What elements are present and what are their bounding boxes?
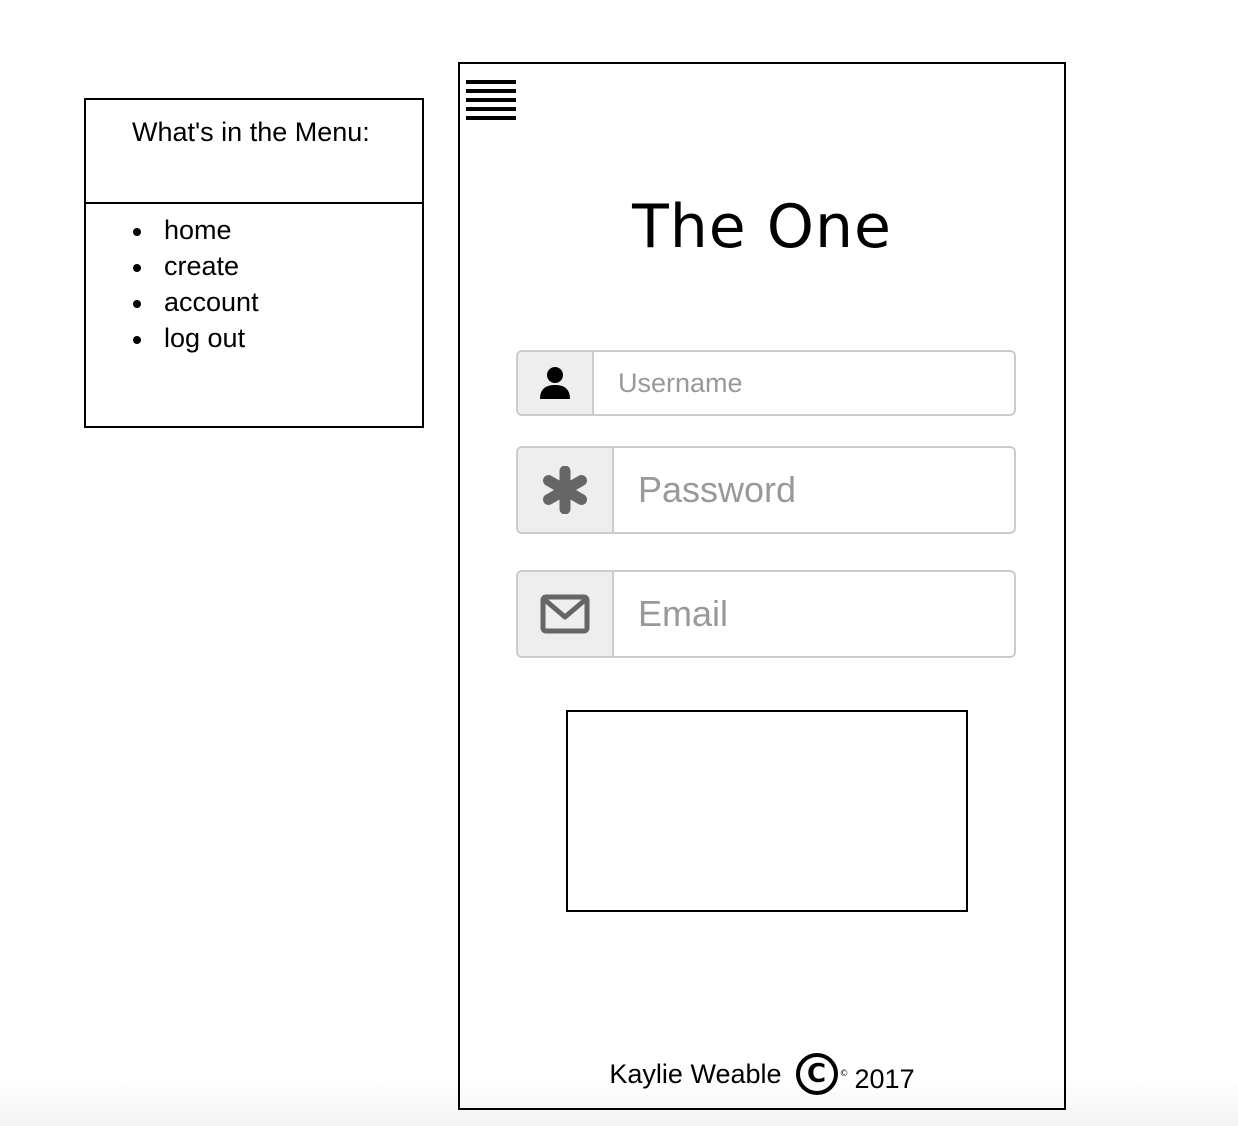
- menu-legend-header: What's in the Menu:: [86, 100, 422, 204]
- asterisk-icon-addon: [518, 448, 614, 532]
- footer: Kaylie Weable C © 2017: [460, 1048, 1064, 1100]
- footer-author: Kaylie Weable: [609, 1058, 782, 1089]
- app-title: The One: [632, 192, 892, 262]
- copyright-icon: C: [795, 1053, 838, 1095]
- menu-item-account: account: [86, 284, 259, 320]
- phone-frame: The One Username Email Kaylie Weable C ©…: [458, 62, 1066, 1110]
- hamburger-icon[interactable]: [466, 80, 516, 120]
- menu-item-home: home: [86, 212, 259, 248]
- asterisk-icon: [543, 466, 587, 514]
- copyright-letter: C: [806, 1059, 827, 1089]
- menu-legend-box: What's in the Menu: home create account …: [84, 98, 424, 428]
- menu-legend-list: home create account log out: [86, 212, 259, 356]
- menu-item-log-out: log out: [86, 320, 259, 356]
- user-icon-addon: [518, 352, 594, 414]
- menu-legend-title: What's in the Menu:: [132, 117, 370, 147]
- submit-button-placeholder[interactable]: [566, 710, 968, 912]
- menu-item-create: create: [86, 248, 259, 284]
- footer-year: 2017: [854, 1063, 915, 1094]
- username-input[interactable]: [594, 352, 1014, 414]
- password-field-group: [516, 446, 1016, 534]
- email-field-group: [516, 570, 1016, 658]
- password-input[interactable]: [614, 448, 1014, 532]
- copyright-small-icon: ©: [839, 1069, 849, 1079]
- user-icon: [540, 367, 570, 399]
- envelope-icon: [540, 594, 590, 634]
- username-field-group: [516, 350, 1016, 416]
- envelope-icon-addon: [518, 572, 614, 656]
- email-input[interactable]: [614, 572, 1014, 656]
